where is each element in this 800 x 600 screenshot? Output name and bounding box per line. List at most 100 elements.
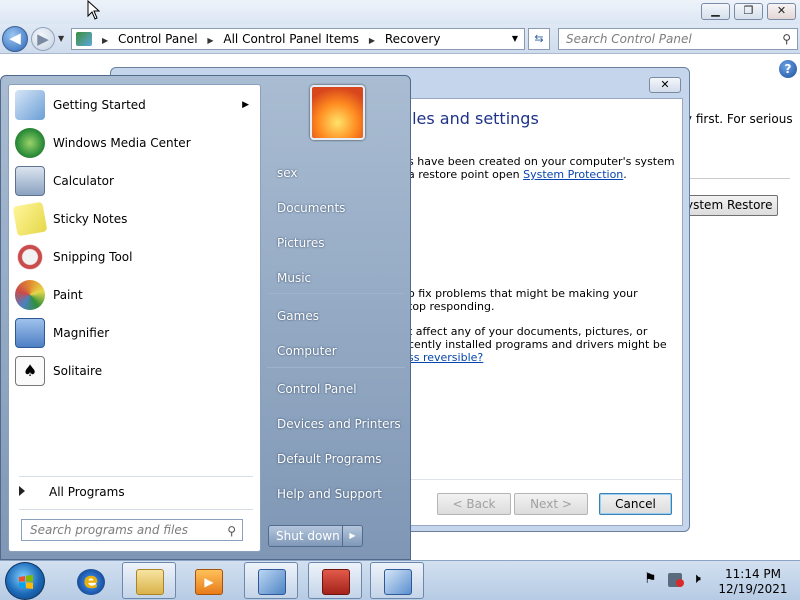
taskbar-windows-explorer[interactable] [122,562,176,599]
system-clock[interactable]: 11:14 PM 12/19/2021 [712,567,794,597]
search-icon[interactable]: ⚲ [227,521,236,541]
clock-time: 11:14 PM [725,567,781,581]
program-label: Magnifier [53,326,110,340]
divider [267,293,405,294]
shut-down-options-arrow-icon[interactable]: ▶ [342,526,362,546]
refresh-button[interactable]: ⇆ [528,28,550,50]
menu-music[interactable]: Music [263,263,409,293]
all-programs-button[interactable]: All Programs [19,483,125,501]
media-player-icon: ▶ [195,569,223,595]
start-menu-places-pane: sex Documents Pictures Music Games Compu… [263,82,409,556]
menu-computer[interactable]: Computer [263,336,409,366]
menu-devices-and-printers[interactable]: Devices and Printers [263,409,409,439]
program-label: Calculator [53,174,114,188]
program-magnifier[interactable]: Magnifier [13,315,257,351]
all-programs-arrow-icon [19,486,25,496]
menu-help-and-support[interactable]: Help and Support [263,479,409,509]
start-button[interactable] [5,562,45,600]
close-button[interactable]: ✕ [767,3,796,20]
start-menu: Getting Started ▶ Windows Media Center C… [0,75,411,560]
search-control-panel-input[interactable]: Search Control Panel ⚲ [558,28,798,50]
magnifier-icon [15,318,45,348]
minimize-button[interactable]: ▁ [701,3,730,20]
taskbar-control-panel[interactable] [244,562,298,599]
internet-explorer-icon: e [77,569,105,595]
taskbar-system-restore[interactable] [370,562,424,599]
navigation-bar: ◀ ▶ ▼ ▶ Control Panel ▶ All Control Pane… [0,24,800,54]
program-label: Snipping Tool [53,250,133,264]
program-solitaire[interactable]: ♠ Solitaire [13,353,257,389]
sticky-notes-icon [12,201,48,237]
dialog-text-line: t affect any of your documents, pictures… [408,325,648,338]
getting-started-icon [15,90,45,120]
shut-down-button[interactable]: Shut down ▶ [268,525,363,547]
cancel-button[interactable]: Cancel [599,493,672,515]
address-dropdown-icon[interactable]: ▼ [512,29,518,49]
action-center-flag-icon[interactable]: ⚑ [644,571,657,587]
submenu-arrow-icon: ▶ [242,100,249,110]
forward-button[interactable]: ▶ [31,27,55,51]
search-icon[interactable]: ⚲ [782,29,791,49]
taskbar-toolbox[interactable] [308,562,362,599]
user-avatar[interactable] [310,85,365,140]
dialog-close-button[interactable]: ✕ [649,77,681,93]
clock-date: 12/19/2021 [718,582,788,596]
program-label: Windows Media Center [53,136,191,150]
program-getting-started[interactable]: Getting Started ▶ [13,87,257,123]
taskbar-internet-explorer[interactable]: e [63,562,117,599]
next-button[interactable]: Next > [514,493,588,515]
notification-area: ⚑ 🕨 [640,571,720,591]
menu-pictures[interactable]: Pictures [263,228,409,258]
system-protection-link[interactable]: System Protection [523,168,623,181]
menu-games[interactable]: Games [263,301,409,331]
breadcrumb-chevron-icon: ▶ [207,36,214,45]
dialog-title: files and settings [402,109,539,128]
network-error-icon [676,579,684,587]
divider [680,178,790,179]
dialog-text-line: top responding. [408,300,495,313]
dialog-text-line: a restore point open System Protection. [408,168,627,181]
program-sticky-notes[interactable]: Sticky Notes [12,201,257,237]
recent-pages-dropdown-icon[interactable]: ▼ [58,34,64,43]
control-panel-icon [258,569,286,595]
program-windows-media-center[interactable]: Windows Media Center [13,125,257,161]
maximize-button[interactable]: ❐ [734,3,763,20]
dialog-text-line: cently installed programs and drivers mi… [408,338,667,351]
breadcrumb-recovery[interactable]: Recovery [385,29,441,49]
back-button[interactable]: < Back [437,493,511,515]
windows-logo-icon [19,575,33,589]
menu-control-panel[interactable]: Control Panel [263,374,409,404]
toolbox-icon [322,569,350,595]
shut-down-label: Shut down [276,529,340,543]
snipping-tool-icon [15,242,45,272]
address-bar[interactable]: ▶ Control Panel ▶ All Control Panel Item… [71,28,525,50]
taskbar-media-player[interactable]: ▶ [181,562,235,599]
folder-icon [136,569,164,595]
menu-default-programs[interactable]: Default Programs [263,444,409,474]
menu-user-folder[interactable]: sex [263,158,409,188]
program-label: Paint [53,288,83,302]
dialog-text-line: s have been created on your computer's s… [408,155,675,168]
system-restore-icon [384,569,412,595]
title-bar: ▁ ❐ ✕ [0,0,800,24]
recovery-description-text: ry first. For serious [680,112,793,126]
search-placeholder: Search Control Panel [566,32,692,46]
breadcrumb-control-panel[interactable]: Control Panel [118,29,198,49]
breadcrumb-all-items[interactable]: All Control Panel Items [223,29,359,49]
dialog-text-line: o fix problems that might be making your [408,287,638,300]
help-icon[interactable]: ? [779,60,797,78]
dialog-text: a restore point open [408,168,524,181]
volume-muted-icon[interactable]: 🕨 [692,571,701,587]
search-placeholder: Search programs and files [30,523,188,537]
search-programs-input[interactable]: Search programs and files ⚲ [21,519,243,541]
divider [267,367,405,368]
menu-documents[interactable]: Documents [263,193,409,223]
back-button[interactable]: ◀ [2,26,28,52]
windows-media-center-icon [15,128,45,158]
program-paint[interactable]: Paint [13,277,257,313]
is-this-process-reversible-link[interactable]: ss reversible? [408,351,483,364]
program-calculator[interactable]: Calculator [13,163,257,199]
program-snipping-tool[interactable]: Snipping Tool [13,239,257,275]
program-label: Sticky Notes [53,212,128,226]
taskbar: e ▶ ⚑ 🕨 11:14 PM 12/19/2021 [0,560,800,600]
